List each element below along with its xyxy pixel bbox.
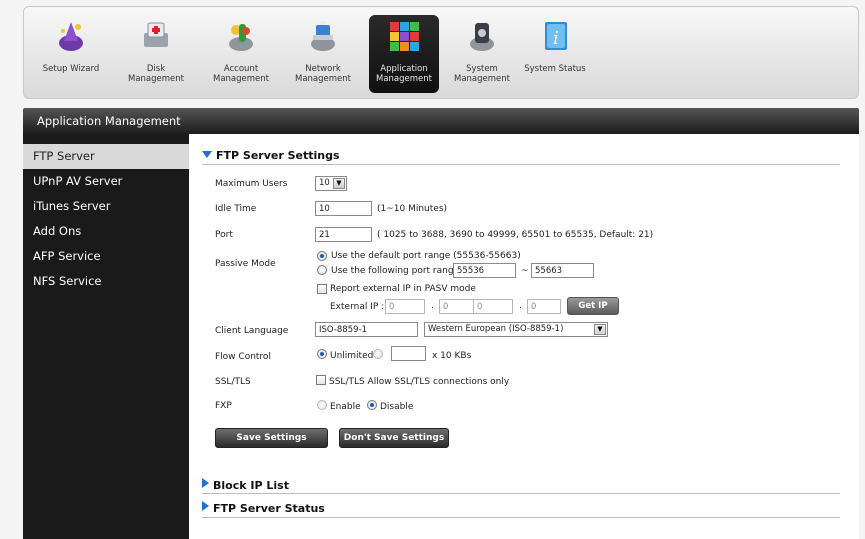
- fxp-enable-radio[interactable]: [317, 400, 327, 410]
- dont-save-settings-button[interactable]: Don't Save Settings: [339, 428, 449, 448]
- dropdown-arrow-icon: ▼: [333, 178, 345, 189]
- report-external-ip-checkbox[interactable]: [317, 284, 327, 294]
- ip-dot: .: [519, 301, 522, 311]
- client-language-select[interactable]: Western European (ISO-8859-1) ▼: [424, 322, 608, 337]
- flow-unit-label: x 10 KBs: [432, 351, 472, 361]
- range-separator: ~: [521, 266, 529, 276]
- client-language-label: Client Language: [215, 326, 289, 336]
- divider: [202, 164, 840, 165]
- sidebar-item-itunes-server[interactable]: iTunes Server: [23, 194, 189, 219]
- passive-default-radio[interactable]: [317, 251, 327, 261]
- range-from-input[interactable]: [453, 263, 516, 278]
- max-users-label: Maximum Users: [215, 179, 288, 189]
- disk-management-button[interactable]: Disk Management: [121, 15, 191, 93]
- save-settings-button[interactable]: Save Settings: [215, 428, 328, 448]
- dropdown-arrow-icon: ▼: [594, 324, 606, 335]
- max-users-select[interactable]: 10 ▼: [315, 176, 347, 191]
- tool-label: Application Management: [376, 64, 432, 84]
- fxp-disable-label: Disable: [380, 402, 414, 412]
- system-management-button[interactable]: System Management: [447, 15, 517, 93]
- ftp-status-title: FTP Server Status: [213, 502, 325, 515]
- account-icon: [229, 24, 253, 51]
- ssl-tls-text: SSL/TLS Allow SSL/TLS connections only: [329, 377, 510, 387]
- collapsed-triangle-icon: [202, 478, 209, 488]
- ip-octet-4-input[interactable]: [527, 299, 561, 314]
- range-to-input[interactable]: [531, 263, 594, 278]
- main-panel: FTP Server Settings Maximum Users 10 ▼ I…: [189, 134, 859, 539]
- svg-text:i: i: [553, 28, 559, 49]
- tool-label: System Management: [454, 64, 510, 84]
- passive-custom-radio[interactable]: [317, 265, 327, 275]
- ssl-tls-checkbox[interactable]: [316, 375, 326, 385]
- ssl-tls-label: SSL/TLS: [215, 377, 251, 387]
- section-title: Application Management: [23, 108, 859, 134]
- tool-label: Setup Wizard: [42, 64, 100, 74]
- account-management-button[interactable]: Account Management: [206, 15, 276, 93]
- fxp-label: FXP: [215, 401, 232, 411]
- tool-label: Account Management: [213, 64, 269, 84]
- info-icon: i: [545, 22, 567, 50]
- collapsed-triangle-icon: [202, 501, 209, 511]
- tool-label: System Status: [524, 64, 586, 74]
- sidebar-item-afp-service[interactable]: AFP Service: [23, 244, 189, 269]
- get-ip-button[interactable]: Get IP: [567, 297, 619, 315]
- system-status-button[interactable]: i System Status: [515, 15, 595, 93]
- wizard-icon: [59, 22, 83, 51]
- network-management-button[interactable]: Network Management: [288, 15, 358, 93]
- fxp-disable-radio[interactable]: [367, 400, 377, 410]
- client-language-value: Western European (ISO-8859-1): [428, 324, 564, 334]
- ftp-status-toggle[interactable]: FTP Server Status: [202, 501, 325, 515]
- network-icon: [311, 21, 335, 51]
- sidebar-item-ftp-server[interactable]: FTP Server: [23, 144, 189, 169]
- flow-control-label: Flow Control: [215, 352, 271, 362]
- ftp-settings-toggle[interactable]: FTP Server Settings: [202, 149, 340, 162]
- tool-label: Network Management: [295, 64, 351, 84]
- report-external-ip-label: Report external IP in PASV mode: [330, 284, 476, 294]
- passive-default-label: Use the default port range (55536-55663): [331, 251, 521, 261]
- application-icon: [390, 22, 419, 51]
- port-hint: ( 1025 to 3688, 3690 to 49999, 65501 to …: [377, 230, 654, 240]
- sidebar-item-upnp-av-server[interactable]: UPnP AV Server: [23, 169, 189, 194]
- max-users-value: 10: [319, 178, 330, 188]
- sidebar-item-add-ons[interactable]: Add Ons: [23, 219, 189, 244]
- ip-dot: .: [431, 301, 434, 311]
- disk-icon: [144, 22, 168, 47]
- passive-mode-label: Passive Mode: [215, 259, 276, 269]
- system-icon: [470, 23, 494, 51]
- expanded-triangle-icon: [202, 151, 212, 158]
- tool-label: Disk Management: [128, 64, 184, 84]
- flow-limit-radio[interactable]: [373, 349, 383, 359]
- flow-limit-input[interactable]: [391, 346, 426, 361]
- ftp-settings-title: FTP Server Settings: [216, 149, 340, 162]
- port-label: Port: [215, 230, 233, 240]
- top-toolbar: Setup Wizard Disk Management Account Man…: [23, 6, 859, 99]
- client-language-code-input[interactable]: [315, 322, 418, 337]
- block-ip-list-title: Block IP List: [213, 479, 289, 492]
- sidebar-item-nfs-service[interactable]: NFS Service: [23, 269, 189, 294]
- ip-octet-1-input[interactable]: [385, 299, 425, 314]
- fxp-enable-label: Enable: [330, 402, 361, 412]
- divider: [202, 517, 840, 518]
- idle-time-label: Idle Time: [215, 204, 257, 214]
- external-ip-label: External IP :: [330, 302, 385, 312]
- block-ip-list-toggle[interactable]: Block IP List: [202, 478, 289, 492]
- application-management-button[interactable]: Application Management: [369, 15, 439, 93]
- idle-time-input[interactable]: [315, 201, 372, 216]
- port-input[interactable]: [315, 227, 372, 242]
- flow-unlimited-radio[interactable]: [317, 349, 327, 359]
- idle-time-hint: (1~10 Minutes): [377, 204, 448, 214]
- flow-unlimited-label: Unlimited: [330, 351, 374, 361]
- ip-octet-3-input[interactable]: [473, 299, 513, 314]
- sidebar: FTP Server UPnP AV Server iTunes Server …: [23, 134, 189, 539]
- divider: [202, 493, 840, 494]
- passive-custom-label: Use the following port range:: [331, 266, 463, 276]
- setup-wizard-button[interactable]: Setup Wizard: [36, 15, 106, 93]
